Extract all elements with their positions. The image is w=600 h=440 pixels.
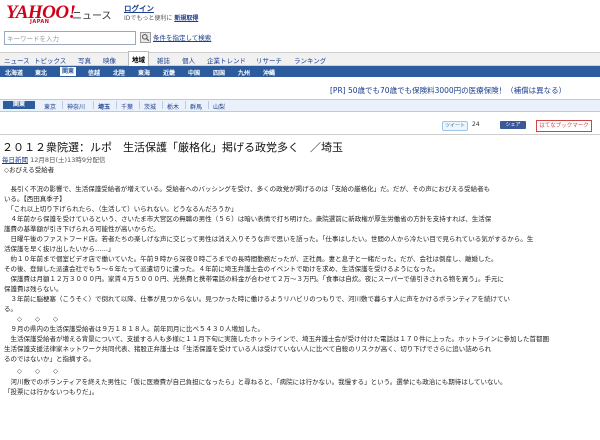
article-line: いる。【西田真季子】 [4, 195, 66, 203]
article-line: 河川敷でのボランティアを終えた男性に「仮に医療費が自己負担になったら」と尋ねると… [4, 378, 507, 386]
article-date: 12月8日(土)13時9分配信 [30, 156, 106, 164]
region-kyushu[interactable]: 九州 [238, 68, 250, 77]
divider [116, 101, 117, 109]
article-line: 生活保護受給者が増える背景について、支援する人も多様に１１月下旬に実施したホット… [4, 335, 550, 343]
article-line: その後、登録した派遣会社でも５～６年たって派遣切りに遭った。４年前に埼玉弁護士会… [4, 265, 440, 273]
region-hokuriku[interactable]: 北陸 [113, 68, 125, 77]
nav-item-individual[interactable]: 個人 [182, 55, 195, 65]
article-line: 保護費は月額１２万３０００円。家賃４万５０００円、光熱費と携帯電話の料金が合わせ… [4, 275, 505, 283]
pref-tokyo[interactable]: 東京 [44, 102, 56, 111]
section-separator: ◇ ◇ ◇ [4, 367, 58, 375]
nav-item-trend[interactable]: 企業トレンド [207, 55, 246, 65]
main-nav: ニュース トピックス 写真 映像 地域 雑誌 個人 企業トレンド リサーチ ラン… [0, 51, 600, 66]
divider [62, 101, 63, 109]
divider [139, 101, 140, 109]
divider [208, 101, 209, 109]
article-subhead: ◇おびえる受給者 [4, 166, 55, 174]
tweet-count: 24 [472, 121, 480, 128]
nav-item-ranking[interactable]: ランキング [294, 55, 326, 65]
article-line: 長引く不況の影響で、生活保護受給者が増えている。受給者へのバッシングを受け、多く… [4, 185, 491, 193]
tweet-button[interactable]: ツイート [442, 121, 468, 131]
article-headline: ２０１２衆院選：ルポ 生活保護「厳格化」掲げる政党多く ／埼玉 [2, 141, 343, 154]
nav-item-local[interactable]: 地域 [128, 51, 149, 66]
nav-item-magazine[interactable]: 雑誌 [157, 55, 170, 65]
article-line: ３年前に脳梗塞（こうそく）で倒れて以降、仕事が見つからない。見つかった時に働ける… [4, 295, 511, 303]
article-line: 活保護を早く抜け出したいから……」 [4, 245, 115, 253]
article-line: ９月の県内の生活保護受給者は９万１８１８人。前年同月に比べ５４３０人増加した。 [4, 325, 265, 333]
section-separator: ◇ ◇ ◇ [4, 315, 58, 323]
ad-pr-tag: [PR] [330, 86, 346, 95]
prefecture-region-tag: 関東 [3, 101, 35, 109]
pref-chiba[interactable]: 千葉 [121, 102, 133, 111]
article-source-link[interactable]: 毎日新聞 [2, 156, 28, 164]
article-line: 護費の基準額が引き下げられる可能性が高いからだ。 [4, 225, 160, 233]
search-input[interactable]: キーワードを入力 [7, 33, 59, 43]
region-tokai[interactable]: 東海 [138, 68, 150, 77]
article-line: 保護費は残らない。 [4, 285, 63, 293]
region-okinawa[interactable]: 沖縄 [263, 68, 275, 77]
article-line: るのではないか」と指摘する。 [4, 355, 95, 363]
facebook-share-button[interactable]: シェア [500, 121, 526, 129]
search-icon [142, 34, 150, 42]
article-divider [0, 134, 600, 135]
prefecture-bar [0, 99, 600, 112]
pref-ibaraki[interactable]: 茨城 [144, 102, 156, 111]
divider [93, 101, 94, 109]
region-chugoku[interactable]: 中国 [188, 68, 200, 77]
pref-tochigi[interactable]: 栃木 [167, 102, 179, 111]
nav-item-video[interactable]: 映像 [103, 55, 116, 65]
region-kinki[interactable]: 近畿 [163, 68, 175, 77]
region-shinetsu[interactable]: 信越 [88, 68, 100, 77]
pref-gunma[interactable]: 群馬 [190, 102, 202, 111]
logo-sub: JAPAN [30, 19, 50, 25]
region-shikoku[interactable]: 四国 [213, 68, 225, 77]
nav-item-research[interactable]: リサーチ [256, 55, 282, 65]
login-subtext: IDでもっと便利に 新規取得 [124, 13, 198, 22]
region-hokkaido[interactable]: 北海道 [5, 68, 23, 77]
nav-item-photos[interactable]: 写真 [78, 55, 91, 65]
region-nav: 北海道 東北 関東 信越 北陸 東海 近畿 中国 四国 九州 沖縄 [0, 66, 600, 77]
article-line: 約１０年前まで個室ビデオ店で働いていた。午前９時から深夜０時ごろまでの長時間勤務… [4, 255, 498, 263]
hatena-bookmark-button[interactable]: はてなブックマーク [536, 120, 592, 132]
divider [185, 101, 186, 109]
ad-text: 50歳でも70歳でも保険料3000円の医療保険！（補償は異なる） [347, 86, 567, 95]
article-line: 「これ以上切り下げられたら、（生活して）いられない。どうなるんだろうか」 [4, 205, 238, 213]
search-button[interactable] [140, 32, 151, 43]
register-link[interactable]: 新規取得 [174, 15, 198, 22]
pref-kanagawa[interactable]: 神奈川 [67, 102, 85, 111]
region-tohoku[interactable]: 東北 [35, 68, 47, 77]
region-kanto[interactable]: 関東 [60, 67, 77, 76]
article-line: 日曜午後のファストフード店。若者たちの楽しげな声に交じって男性は消え入りそうな声… [4, 235, 534, 243]
pref-yamanashi[interactable]: 山梨 [213, 102, 225, 111]
nav-item-news[interactable]: ニュース [4, 55, 30, 65]
site-name: ニュース [72, 11, 112, 22]
nav-item-topics[interactable]: トピックス [34, 55, 66, 65]
pref-saitama[interactable]: 埼玉 [98, 102, 110, 111]
article-line: 生活保護支援法律家ネットワーク共同代表、猪股正弁護士は「生活保護を受けている人は… [4, 345, 492, 353]
login-sub-label: IDでもっと便利に [124, 15, 173, 22]
yahoo-japan-logo[interactable]: YAHOO! JAPAN [6, 2, 76, 26]
divider [162, 101, 163, 109]
article-line: ４年前から保護を受けているという、さいたま市大宮区の無職の男性（５６）は暗い表情… [4, 215, 492, 223]
article-byline: 毎日新聞 12月8日(土)13時9分配信 [2, 154, 105, 164]
advanced-search-link[interactable]: 条件を指定して検索 [153, 32, 211, 42]
article-line: 「投票には行かないつもりだ」。 [4, 388, 99, 396]
article-line: る。 [4, 305, 17, 313]
ad-link[interactable]: [PR] 50歳でも70歳でも保険料3000円の医療保険！（補償は異なる） [330, 85, 566, 96]
